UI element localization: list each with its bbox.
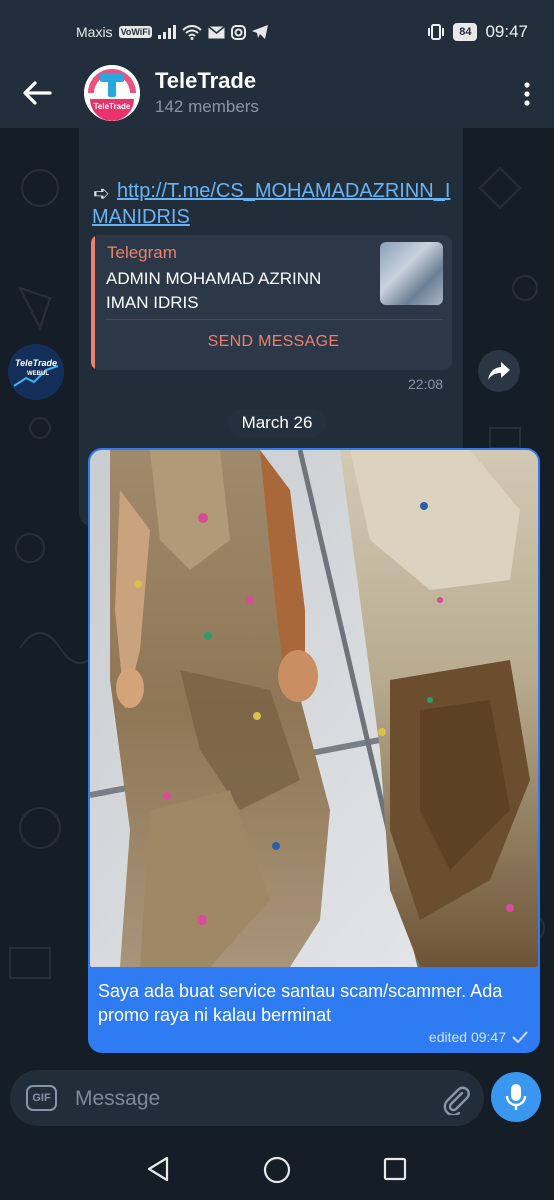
system-navigation-bar	[0, 1136, 554, 1200]
more-menu-icon[interactable]	[520, 79, 534, 109]
outgoing-message-meta: edited 09:47	[429, 1029, 528, 1045]
message-photo[interactable]	[90, 450, 538, 967]
message-input-bar: GIF Message	[0, 1068, 554, 1136]
wifi-icon	[182, 24, 202, 40]
sent-check-icon	[512, 1031, 528, 1043]
incoming-timestamp: 22:08	[408, 376, 444, 392]
vibrate-icon	[428, 24, 445, 40]
message-input-field[interactable]: GIF Message	[10, 1070, 484, 1126]
group-title[interactable]: TeleTrade	[155, 68, 256, 94]
nav-recent-apps-icon[interactable]	[383, 1157, 407, 1181]
send-message-button[interactable]: SEND MESSAGE	[95, 333, 452, 351]
mail-icon	[208, 25, 226, 38]
sender-avatar[interactable]: TeleTrade WEBUL	[8, 344, 64, 400]
status-left: Maxis VoWiFi	[76, 24, 269, 40]
outgoing-message-bubble[interactable]: Saya ada buat service santau scam/scamme…	[88, 448, 540, 1053]
preview-site-name: Telegram	[107, 243, 177, 262]
telegram-icon	[252, 25, 269, 39]
forward-button[interactable]	[478, 350, 520, 392]
avatar-text: TeleTrade	[94, 102, 131, 111]
share-arrow-icon	[488, 362, 510, 380]
group-avatar[interactable]: TeleTrade	[84, 65, 140, 121]
chat-header: TeleTrade TeleTrade 142 members	[0, 62, 554, 128]
signal-icon	[158, 25, 177, 39]
date-separator: March 26	[228, 409, 326, 437]
instagram-icon	[231, 24, 247, 40]
nav-home-icon[interactable]	[263, 1156, 291, 1184]
gif-button[interactable]: GIF	[26, 1085, 57, 1111]
status-right: 84 09:47	[427, 22, 528, 42]
chat-area[interactable]: http://T.me/CS_MOHAMADAZRINN_IMANIDRIS ➪…	[0, 128, 554, 1068]
back-arrow-icon[interactable]	[20, 76, 54, 110]
paperclip-icon[interactable]	[440, 1083, 472, 1115]
teletrade-logo-icon: TeleTrade	[84, 65, 140, 121]
battery-indicator: 84	[453, 23, 478, 41]
status-time: 09:47	[485, 22, 528, 41]
outgoing-message-text: Saya ada buat service santau scam/scamme…	[98, 981, 503, 1025]
group-member-count: 142 members	[155, 97, 259, 116]
link-arrow-icon: ➪	[93, 183, 110, 205]
status-bar: Maxis VoWiFi 84 09:47	[0, 0, 554, 62]
sender-avatar-text: TeleTrade	[15, 358, 57, 368]
link-preview-card[interactable]: Telegram ADMIN MOHAMAD AZRINN IMAN IDRIS…	[91, 235, 452, 370]
photo-image	[90, 450, 538, 967]
voice-record-button[interactable]	[491, 1072, 541, 1122]
webull-logo-icon: TeleTrade WEBUL	[8, 344, 64, 400]
edited-timestamp: edited 09:47	[428, 1029, 506, 1045]
message-input-placeholder[interactable]: Message	[75, 1087, 160, 1111]
microphone-icon	[505, 1084, 527, 1110]
preview-title: ADMIN MOHAMAD AZRINN IMAN IDRIS	[106, 269, 322, 312]
sender-avatar-subtext: WEBUL	[27, 371, 49, 377]
message-link[interactable]: http://T.me/CS_MOHAMADAZRINN_IMANIDRIS	[92, 178, 462, 230]
vowifi-badge: VoWiFi	[118, 26, 153, 38]
preview-thumbnail	[380, 242, 443, 305]
nav-back-icon[interactable]	[145, 1156, 171, 1182]
carrier-label: Maxis	[76, 24, 113, 40]
preview-divider	[105, 319, 443, 320]
